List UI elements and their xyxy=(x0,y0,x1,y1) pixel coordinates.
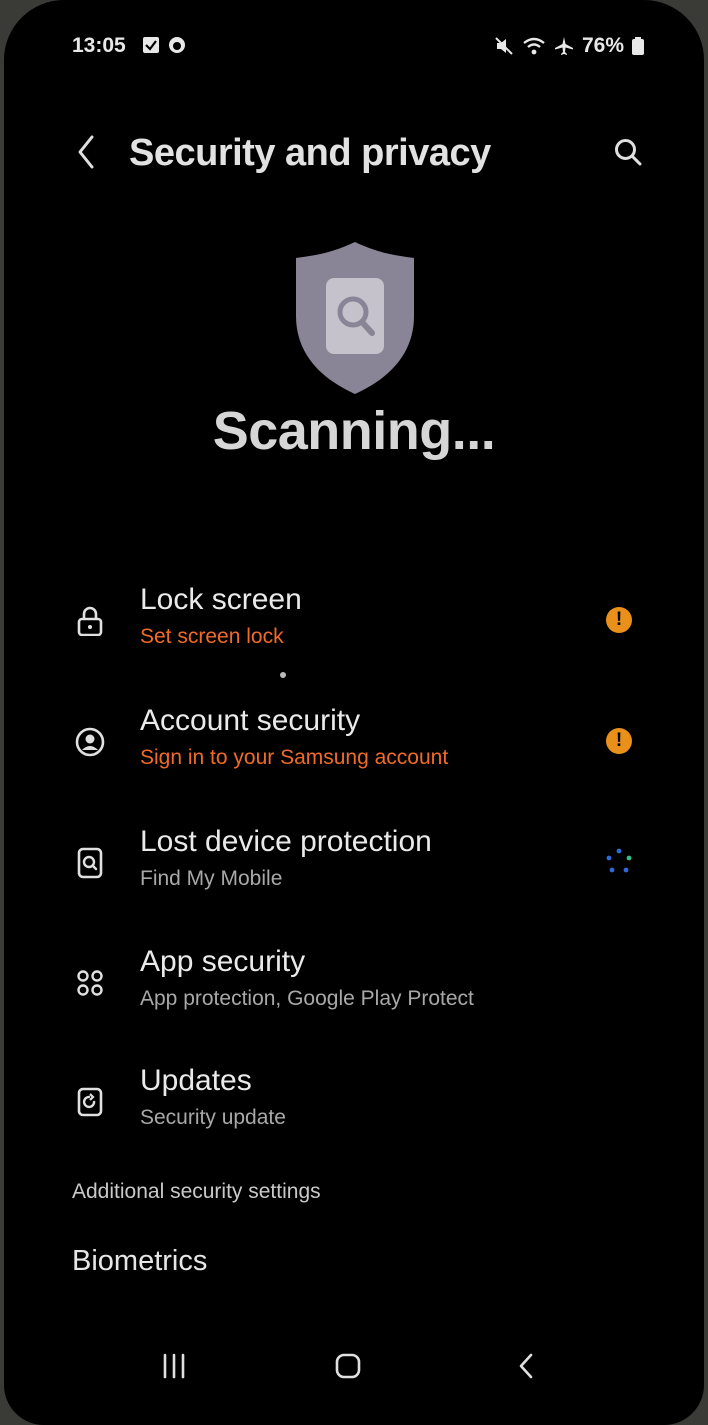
find-device-icon xyxy=(77,847,103,879)
status-bar: 13:05 76% xyxy=(4,32,704,62)
update-icon xyxy=(77,1087,103,1117)
divider-dot xyxy=(280,672,286,678)
airplane-icon xyxy=(554,37,573,55)
biometrics-item[interactable]: Biometrics xyxy=(72,1245,207,1278)
back-button[interactable] xyxy=(68,122,104,182)
home-button[interactable] xyxy=(326,1337,370,1395)
list-item-lost-device-protection[interactable]: Lost device protection Find My Mobile xyxy=(64,825,664,917)
list-item-lock-screen[interactable]: Lock screen Set screen lock ! xyxy=(64,583,664,675)
shield-scan-icon xyxy=(296,242,414,394)
battery-icon xyxy=(632,37,644,55)
item-title: Lost device protection xyxy=(140,825,432,858)
mute-icon xyxy=(495,37,513,55)
account-circle-icon xyxy=(75,727,105,757)
status-time: 13:05 xyxy=(72,34,126,57)
search-button[interactable] xyxy=(600,122,656,182)
additional-security-settings-link[interactable]: Additional security settings xyxy=(72,1180,321,1204)
item-title: Lock screen xyxy=(140,583,302,616)
item-subtitle: App protection, Google Play Protect xyxy=(140,987,474,1010)
navigation-bar xyxy=(4,1335,704,1395)
phone-screen: 13:05 76% Security and privacy Scanning.… xyxy=(4,0,704,1425)
item-subtitle: Find My Mobile xyxy=(140,867,283,890)
list-item-updates[interactable]: Updates Security update xyxy=(64,1064,664,1156)
item-subtitle: Set screen lock xyxy=(140,625,284,648)
battery-percent: 76% xyxy=(581,34,624,57)
app-header: Security and privacy xyxy=(4,110,704,200)
page-title: Security and privacy xyxy=(129,132,491,174)
circle-notification-icon xyxy=(169,37,185,53)
item-title: Updates xyxy=(140,1064,252,1097)
item-subtitle: Security update xyxy=(140,1106,286,1129)
apps-grid-icon xyxy=(77,970,103,996)
chevron-left-icon xyxy=(78,135,94,169)
list-item-account-security[interactable]: Account security Sign in to your Samsung… xyxy=(64,704,664,796)
warning-icon: ! xyxy=(606,728,632,754)
item-title: Account security xyxy=(140,704,361,737)
checkbox-notification-icon xyxy=(143,37,159,53)
search-icon xyxy=(615,139,642,166)
wifi-icon xyxy=(523,37,545,55)
list-item-app-security[interactable]: App security App protection, Google Play… xyxy=(64,945,664,1037)
loading-spinner-icon xyxy=(606,848,632,873)
nav-back-button[interactable] xyxy=(504,1337,548,1395)
nav-back-icon xyxy=(519,1353,533,1379)
lock-icon xyxy=(77,606,103,636)
scan-status-text: Scanning... xyxy=(212,401,496,461)
home-icon xyxy=(335,1353,361,1379)
item-subtitle: Sign in to your Samsung account xyxy=(140,746,449,769)
recents-button[interactable] xyxy=(152,1337,196,1395)
recents-icon xyxy=(163,1353,185,1379)
warning-icon: ! xyxy=(606,607,632,633)
item-title: App security xyxy=(140,945,306,978)
